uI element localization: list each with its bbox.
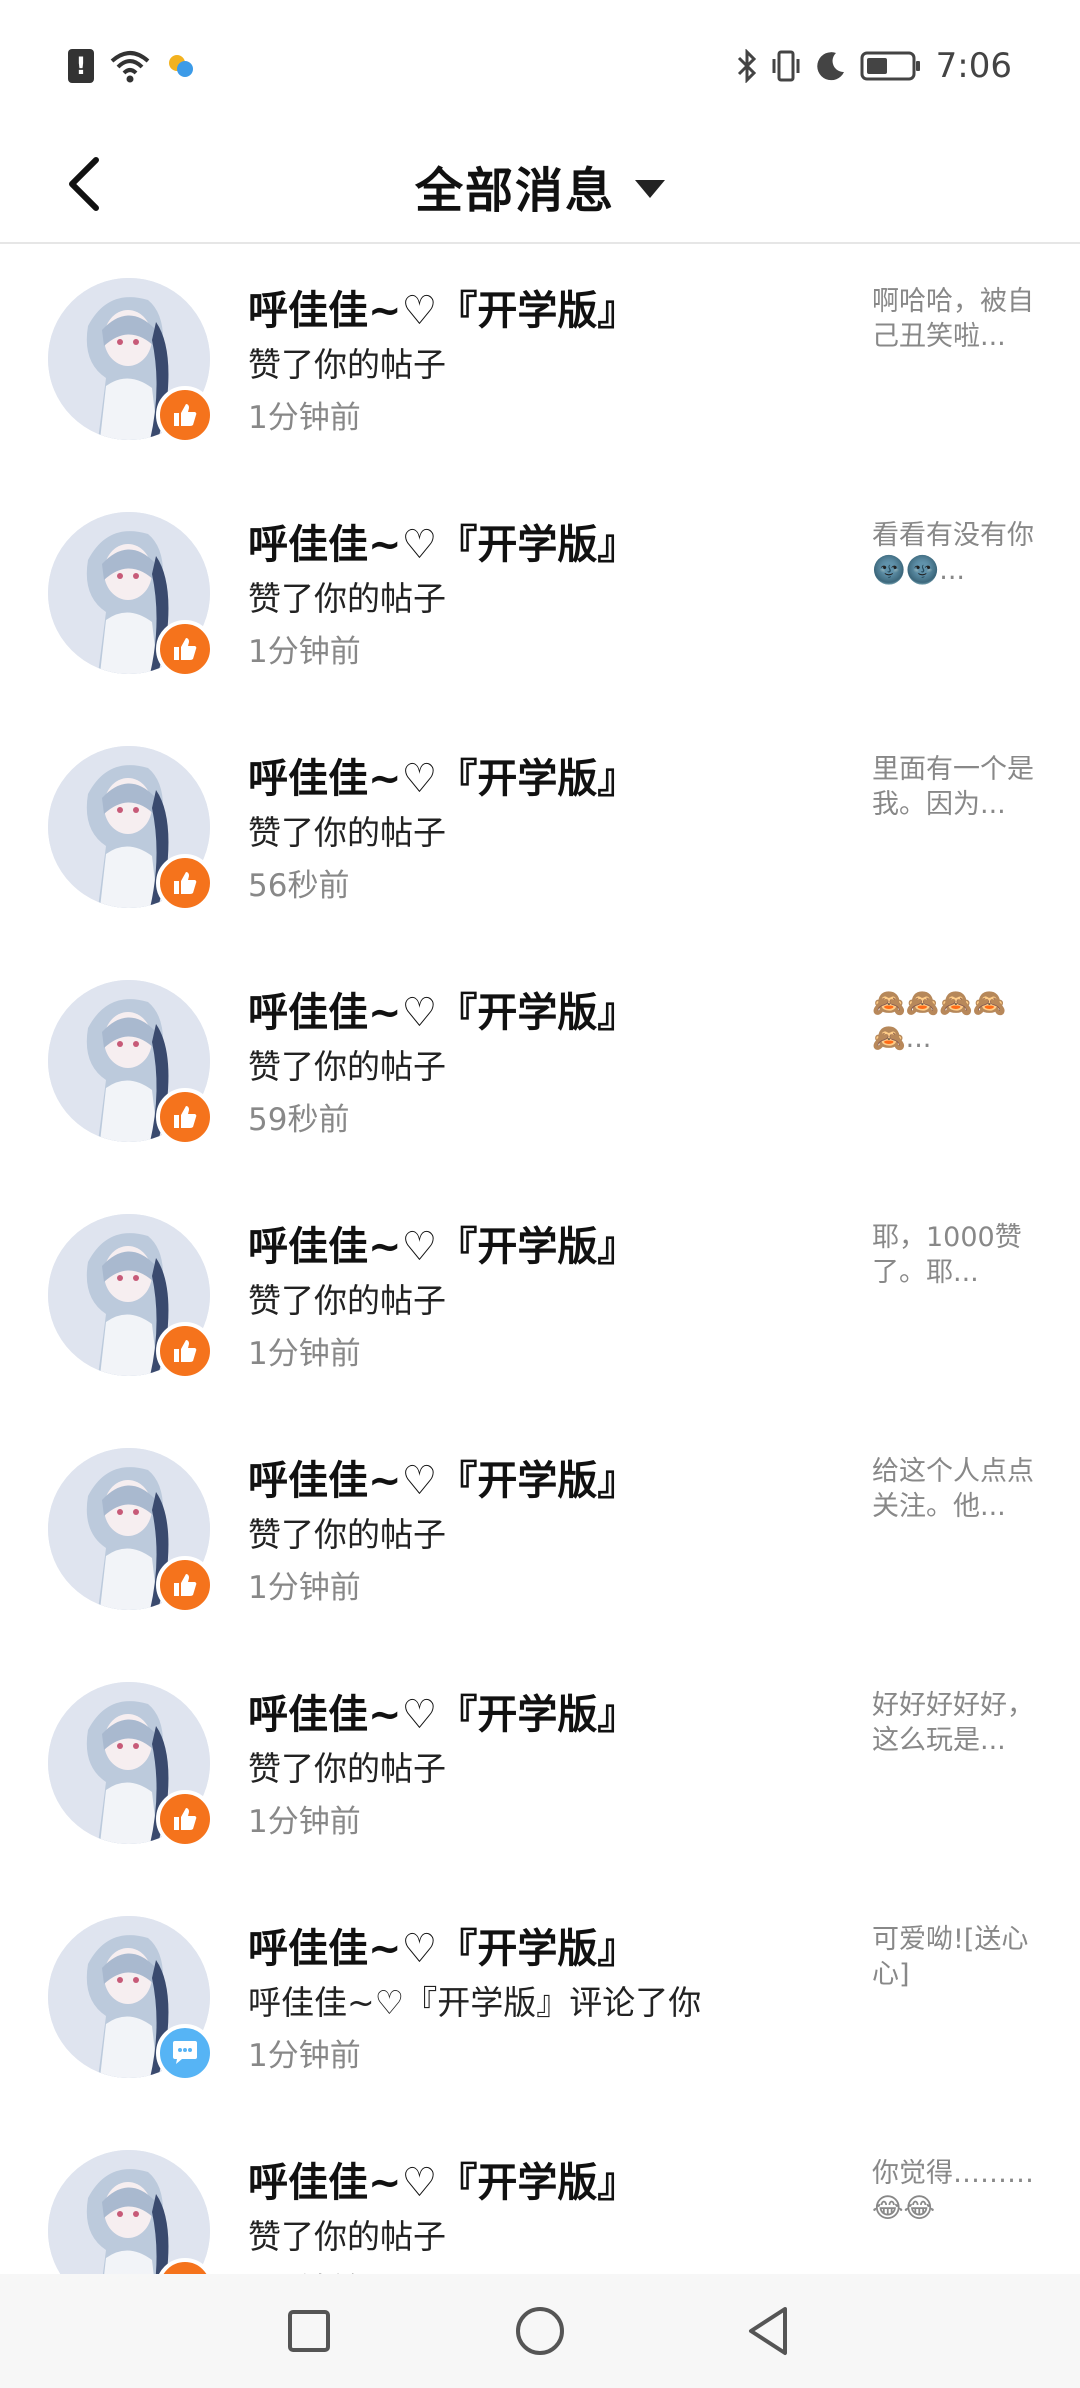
like-badge <box>156 854 214 912</box>
message-action: 赞了你的帖子 <box>248 579 446 618</box>
post-preview[interactable]: 🙈🙈🙈🙈🙈... <box>872 986 1038 1056</box>
status-bar: ! 7:06 <box>0 0 1080 130</box>
message-item[interactable]: 呼佳佳~♡『开学版』 赞了你的帖子 56秒前 里面有一个是我。因为... <box>0 712 1080 946</box>
message-action: 呼佳佳~♡『开学版』评论了你 <box>248 1983 702 2022</box>
chat-bubble-icon <box>173 2041 197 2064</box>
message-action: 赞了你的帖子 <box>248 1749 446 1788</box>
post-preview[interactable]: 啊哈哈，被自己丑笑啦... <box>872 284 1038 354</box>
message-action: 赞了你的帖子 <box>248 1047 446 1086</box>
title-dropdown[interactable]: 全部消息 <box>0 150 1080 222</box>
post-preview[interactable]: 你觉得………😂😂 <box>872 2156 1038 2226</box>
wifi-icon <box>110 51 150 83</box>
bluetooth-icon <box>737 49 756 83</box>
message-time: 59秒前 <box>248 1102 350 1138</box>
message-item[interactable]: 呼佳佳~♡『开学版』 赞了你的帖子 59秒前 🙈🙈🙈🙈🙈... <box>0 946 1080 1180</box>
post-preview[interactable]: 看看有没有你🌚🌚... <box>872 518 1038 588</box>
back-triangle-icon <box>749 2307 787 2355</box>
dropdown-triangle-icon <box>635 180 665 198</box>
header: 全部消息 <box>0 130 1080 244</box>
sender-name: 呼佳佳~♡『开学版』 <box>248 990 638 1036</box>
like-badge <box>156 1556 214 1614</box>
message-time: 1分钟前 <box>248 2264 361 2274</box>
message-action: 赞了你的帖子 <box>248 345 446 384</box>
message-time: 1分钟前 <box>248 400 361 436</box>
message-list: 呼佳佳~♡『开学版』 赞了你的帖子 1分钟前 啊哈哈，被自己丑笑啦... 呼佳佳… <box>0 244 1080 2274</box>
message-item[interactable]: 呼佳佳~♡『开学版』 赞了你的帖子 1分钟前 你觉得………😂😂 <box>0 2116 1080 2274</box>
vibrate-icon <box>772 50 800 82</box>
message-item[interactable]: 呼佳佳~♡『开学版』 呼佳佳~♡『开学版』评论了你 1分钟前 可爱呦![送心心] <box>0 1882 1080 2116</box>
sender-name: 呼佳佳~♡『开学版』 <box>248 1692 638 1738</box>
post-preview[interactable]: 里面有一个是我。因为... <box>872 752 1038 822</box>
home-button[interactable] <box>509 2300 571 2362</box>
post-preview[interactable]: 给这个人点点关注。他... <box>872 1454 1038 1524</box>
message-time: 1分钟前 <box>248 1336 361 1372</box>
message-action: 赞了你的帖子 <box>248 813 446 852</box>
status-time: 7:06 <box>935 46 1012 86</box>
message-item[interactable]: 呼佳佳~♡『开学版』 赞了你的帖子 1分钟前 啊哈哈，被自己丑笑啦... <box>0 244 1080 478</box>
message-item[interactable]: 呼佳佳~♡『开学版』 赞了你的帖子 1分钟前 给这个人点点关注。他... <box>0 1414 1080 1648</box>
sender-name: 呼佳佳~♡『开学版』 <box>248 1458 638 1504</box>
like-badge <box>156 1790 214 1848</box>
like-badge <box>156 620 214 678</box>
message-action: 赞了你的帖子 <box>248 1281 446 1320</box>
comment-badge <box>156 2024 214 2082</box>
thumbs-up-icon <box>174 872 197 894</box>
message-time: 1分钟前 <box>248 1804 361 1840</box>
message-action: 赞了你的帖子 <box>248 2217 446 2256</box>
like-badge <box>156 1088 214 1146</box>
thumbs-up-icon <box>174 404 197 426</box>
like-badge <box>156 386 214 444</box>
avatar[interactable] <box>48 2150 210 2274</box>
battery-icon <box>860 51 920 81</box>
thumbs-up-icon <box>174 1574 197 1596</box>
thumbs-up-icon <box>174 1340 197 1362</box>
system-back-button[interactable] <box>738 2300 800 2362</box>
message-item[interactable]: 呼佳佳~♡『开学版』 赞了你的帖子 1分钟前 看看有没有你🌚🌚... <box>0 478 1080 712</box>
status-right: 7:06 <box>736 44 1012 88</box>
thumbs-up-icon <box>174 638 197 660</box>
like-badge <box>156 1322 214 1380</box>
sender-name: 呼佳佳~♡『开学版』 <box>248 522 638 568</box>
message-item[interactable]: 呼佳佳~♡『开学版』 赞了你的帖子 1分钟前 好好好好好，这么玩是... <box>0 1648 1080 1882</box>
post-preview[interactable]: 耶，1000赞了。耶... <box>872 1220 1038 1290</box>
message-time: 1分钟前 <box>248 1570 361 1606</box>
thumbs-up-icon <box>174 1106 197 1128</box>
message-action: 赞了你的帖子 <box>248 1515 446 1554</box>
message-time: 56秒前 <box>248 868 350 904</box>
sender-name: 呼佳佳~♡『开学版』 <box>248 2160 638 2206</box>
app-icon <box>169 55 193 77</box>
status-left: ! <box>68 44 196 88</box>
moon-icon <box>816 52 844 81</box>
recents-square-icon <box>288 2310 330 2352</box>
post-preview[interactable]: 可爱呦![送心心] <box>872 1922 1038 1992</box>
message-item[interactable]: 呼佳佳~♡『开学版』 赞了你的帖子 1分钟前 耶，1000赞了。耶... <box>0 1180 1080 1414</box>
page-title: 全部消息 <box>414 163 615 219</box>
sender-name: 呼佳佳~♡『开学版』 <box>248 1224 638 1270</box>
navigation-bar <box>0 2274 1080 2388</box>
alert-icon: ! <box>68 49 94 83</box>
message-time: 1分钟前 <box>248 634 361 670</box>
sender-name: 呼佳佳~♡『开学版』 <box>248 288 638 334</box>
post-preview[interactable]: 好好好好好，这么玩是... <box>872 1688 1038 1758</box>
sender-name: 呼佳佳~♡『开学版』 <box>248 756 638 802</box>
recents-button[interactable] <box>278 2300 340 2362</box>
message-time: 1分钟前 <box>248 2038 361 2074</box>
sender-name: 呼佳佳~♡『开学版』 <box>248 1926 638 1972</box>
home-circle-icon <box>516 2307 564 2355</box>
thumbs-up-icon <box>174 1808 197 1830</box>
